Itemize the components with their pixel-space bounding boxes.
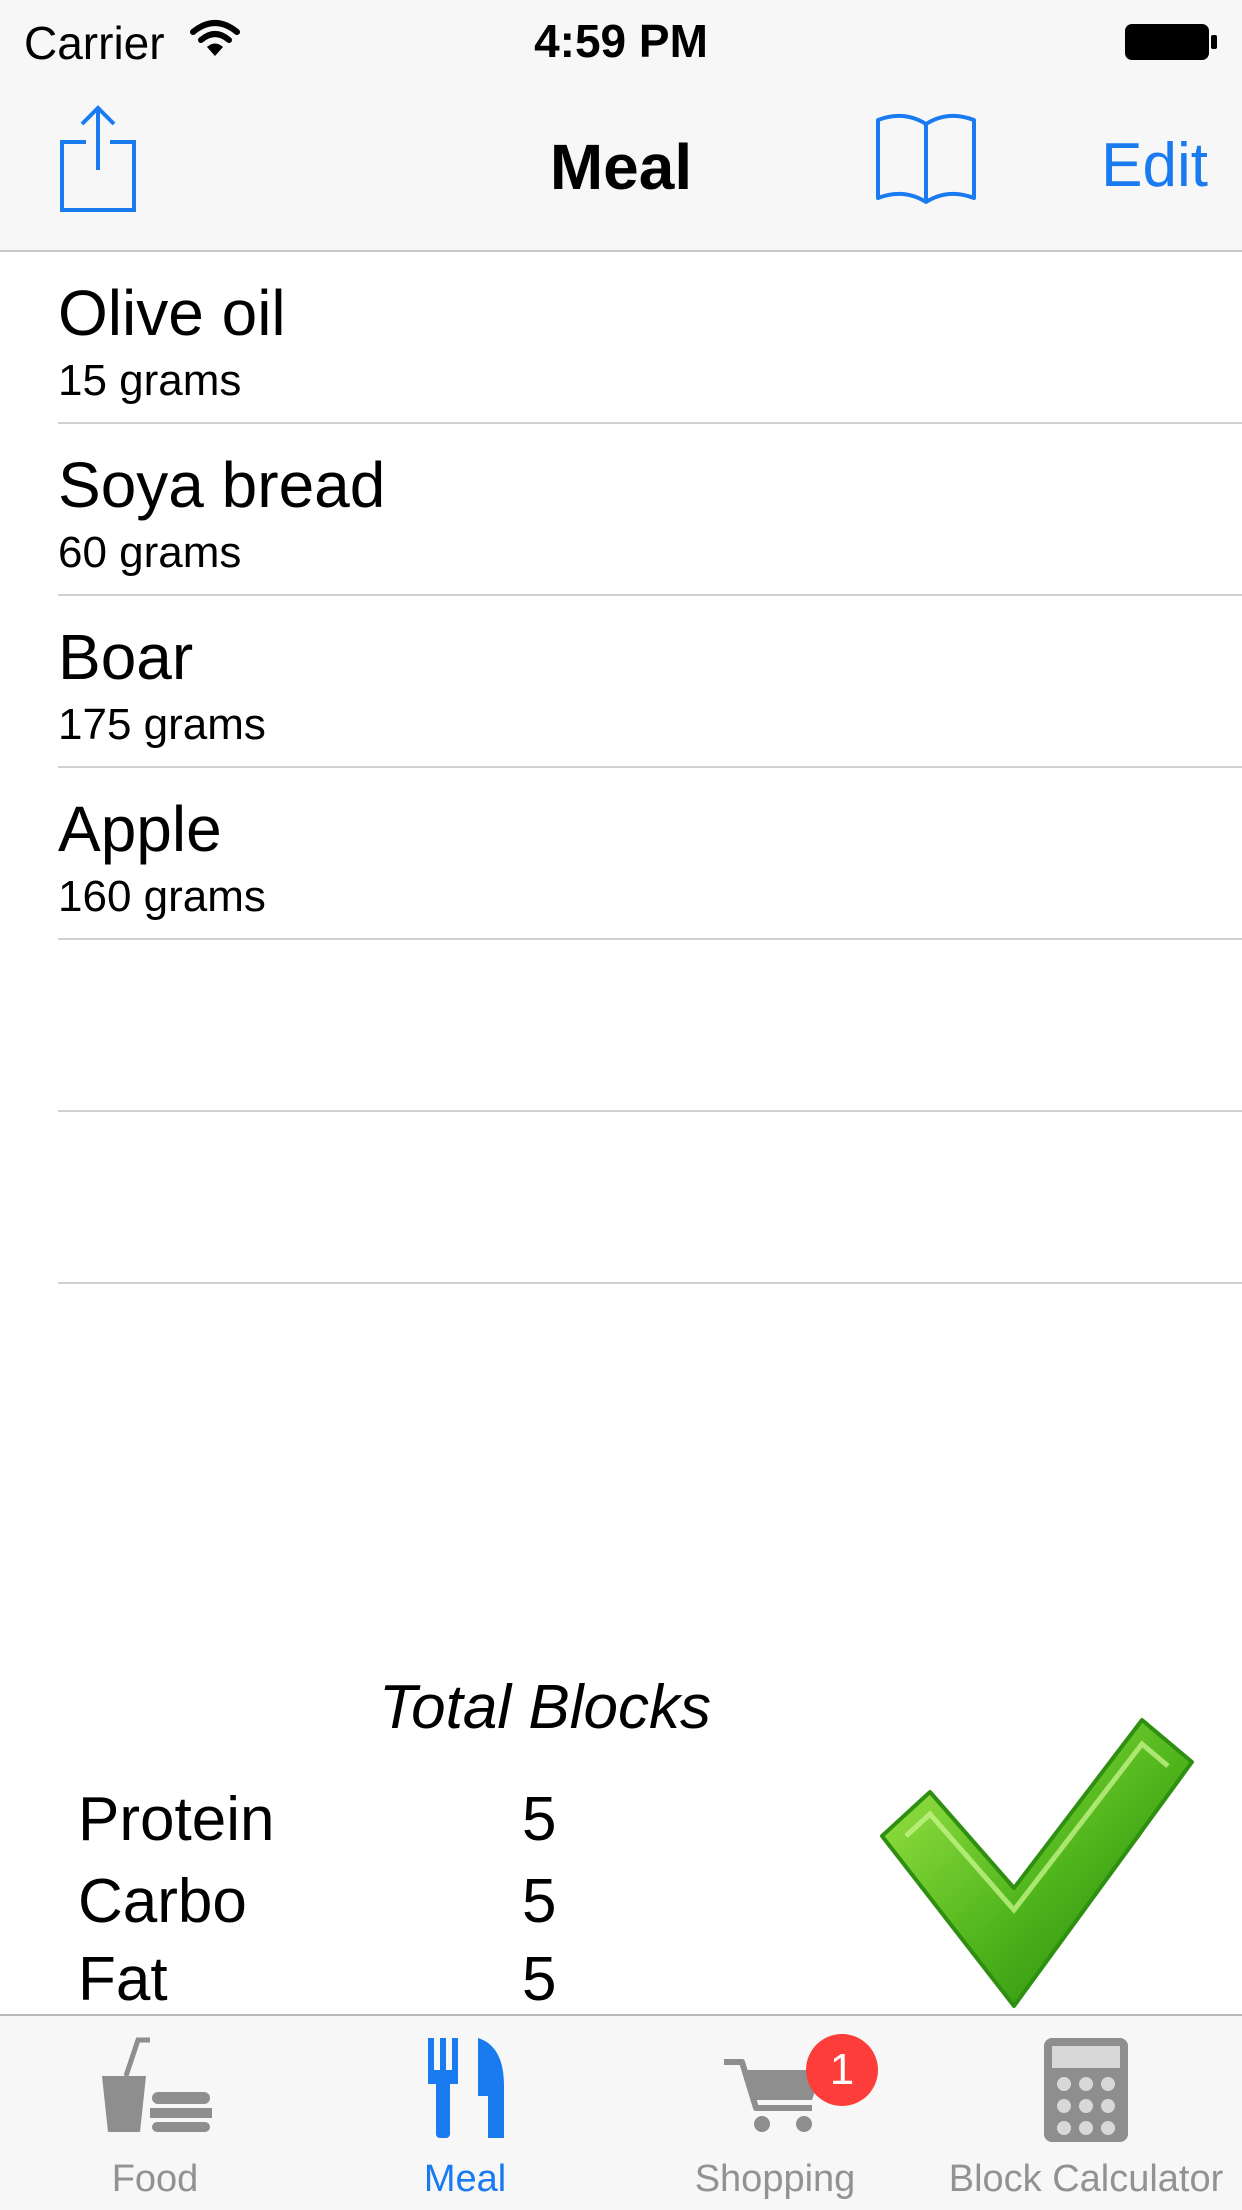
fat-value: 5 (522, 1945, 557, 2014)
clock: 4:59 PM (534, 15, 708, 67)
shopping-badge: 1 (806, 2034, 878, 2106)
status-bar: Carrier 4:59 PM (0, 0, 1242, 84)
tab-bar: Food Meal 1 Shopping Block Calculator (0, 2014, 1242, 2210)
list-item[interactable]: Boar 175 grams (58, 596, 1242, 768)
food-quantity: 160 grams (58, 872, 266, 921)
tab-meal[interactable]: Meal (310, 2016, 620, 2210)
calculator-icon (1044, 2038, 1128, 2142)
tab-label: Meal (423, 2158, 507, 2200)
battery-icon (1125, 24, 1217, 60)
carbo-label: Carbo (78, 1867, 247, 1936)
carbo-value: 5 (522, 1867, 557, 1936)
protein-value: 5 (522, 1785, 557, 1854)
food-name: Boar (58, 621, 194, 693)
tab-label: Block Calculator (948, 2158, 1224, 2200)
list-item[interactable]: Olive oil 15 grams (58, 252, 1242, 424)
page-title: Meal (549, 131, 693, 203)
food-name: Apple (58, 793, 222, 865)
book-icon[interactable] (874, 110, 978, 206)
checkmark-icon[interactable] (870, 1710, 1200, 2010)
tab-label: Shopping (694, 2158, 856, 2200)
empty-list-item (58, 1112, 1242, 1284)
food-quantity: 175 grams (58, 700, 266, 749)
tab-label: Food (111, 2158, 199, 2200)
food-drink-icon (102, 2037, 212, 2132)
edit-button[interactable]: Edit (1101, 130, 1208, 201)
fork-knife-icon (428, 2038, 504, 2138)
food-quantity: 15 grams (58, 356, 242, 405)
list-item[interactable]: Apple 160 grams (58, 768, 1242, 940)
meal-food-list: Olive oil 15 grams Soya bread 60 grams B… (0, 252, 1242, 1284)
tab-food[interactable]: Food (0, 2016, 310, 2210)
fat-label: Fat (78, 1945, 168, 2014)
empty-list-item (58, 940, 1242, 1112)
food-name: Olive oil (58, 277, 286, 349)
tab-shopping[interactable]: 1 Shopping (620, 2016, 930, 2210)
navigation-bar: Meal Edit (0, 84, 1242, 252)
protein-label: Protein (78, 1785, 275, 1854)
tab-block-calculator[interactable]: Block Calculator (930, 2016, 1242, 2210)
food-name: Soya bread (58, 449, 386, 521)
list-item[interactable]: Soya bread 60 grams (58, 424, 1242, 596)
food-quantity: 60 grams (58, 528, 242, 577)
